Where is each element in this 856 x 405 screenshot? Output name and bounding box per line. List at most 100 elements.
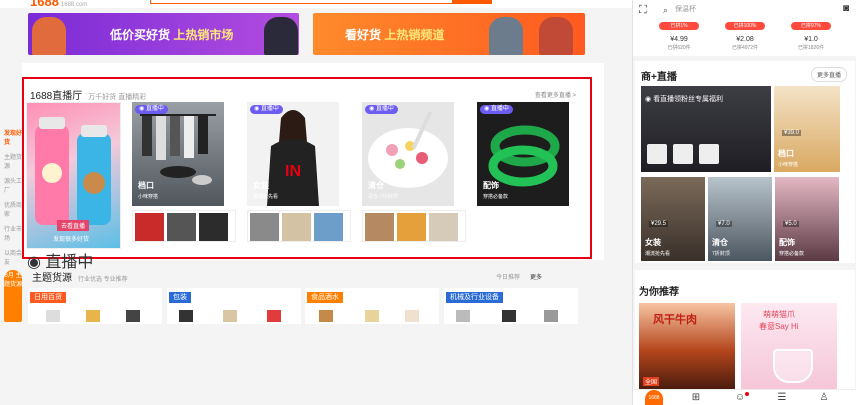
card-name: 女装	[645, 238, 661, 247]
top-bar: 1688 1688.com	[0, 0, 632, 9]
side-nav-item[interactable]: 以商会友	[4, 250, 22, 268]
more-link[interactable]: 更多	[530, 275, 542, 281]
deal-item[interactable]: 已拼1% ¥4.99 已拼620件	[651, 22, 707, 51]
side-badge[interactable]: 8月 主题货源	[4, 270, 22, 322]
deal-item[interactable]: 已拼97% ¥1.0 已拼1826件	[783, 22, 839, 51]
card-subtitle: 清仓-7折封顶	[368, 194, 398, 200]
live-side-card[interactable]: ¥39.0 档口 小咪穿搭	[774, 86, 840, 172]
live-small-card[interactable]: ¥29.5 女装 潮流抢先看	[641, 177, 705, 261]
theme-section-links: 今日推荐 更多	[496, 272, 542, 281]
deal-item[interactable]: 已拼100% ¥2.08 已拼4972件	[717, 22, 773, 51]
banner-hot-market[interactable]: 低价买好货 上热销市场	[28, 13, 299, 55]
side-nav-item[interactable]: 源头工厂	[4, 178, 22, 196]
mobile-search-input[interactable]: ⌕ 保温杯	[659, 3, 835, 17]
cat-paw-cup-image	[773, 349, 813, 383]
product-icon	[502, 310, 516, 322]
recommend-item-jerky[interactable]: 风干牛肉 全国	[639, 303, 735, 389]
banner-hot-channel[interactable]: 看好货 上热销频道	[313, 13, 585, 55]
live-tag: ◉ 直播中	[365, 105, 398, 114]
search-icon: ⌕	[663, 5, 669, 15]
card-subtitle: 7折封顶	[712, 251, 730, 257]
progress-pill: 已拼100%	[725, 22, 765, 30]
theme-section-title: 主题货源 行业优选 专业推荐	[32, 273, 128, 284]
card-price: ¥39.0	[782, 130, 802, 136]
deal-price: ¥1.0	[804, 36, 818, 43]
mobile-live-title: 商+直播	[641, 72, 677, 83]
live-card-womenswear[interactable]: IN ◉ 直播中 女装 潮流抢先看	[247, 102, 351, 247]
thumbnail[interactable]	[250, 213, 279, 241]
live-hero-text: ◉ 看直播领粉丝专属福利	[645, 96, 724, 103]
more-live-button[interactable]: 更多直播	[810, 67, 847, 82]
thumbnail[interactable]	[429, 213, 458, 241]
card-subtitle: 潮流抢先看	[253, 194, 279, 200]
card-name: 清仓	[712, 238, 728, 247]
product-icon	[126, 310, 140, 322]
banner-model-image	[539, 17, 573, 55]
product-icon	[267, 310, 281, 322]
deal-sold: 已拼1826件	[797, 45, 825, 51]
thumbnail[interactable]	[397, 213, 426, 241]
product-icon	[223, 310, 237, 322]
live-small-card[interactable]: ¥5.0 配饰 穿搭必备款	[775, 177, 839, 261]
live-card-accessories[interactable]: ◉ 直播中 配饰 穿搭必备款	[477, 102, 569, 247]
thumbnail[interactable]	[199, 213, 228, 241]
card-subtitle: 穿搭必备款	[779, 251, 805, 257]
search-placeholder: 保温杯	[675, 6, 696, 13]
product-icon	[544, 310, 558, 322]
deal-sold: 已拼4972件	[731, 45, 759, 51]
live-tag: ◉ 直播中	[250, 105, 283, 114]
industry-card[interactable]: 包装	[167, 288, 301, 324]
mobile-live-section: 商+直播 更多直播 ◉ 看直播领粉丝专属福利 ¥39.0 档口 小咪穿搭 ¥29…	[635, 61, 855, 263]
notification-dot	[745, 392, 749, 396]
side-nav-active[interactable]: 发现好货	[4, 130, 22, 148]
live-hall-section: 1688直播厅 万千好货 直播精彩 查看更多直播 > ◉ 直播中 去看直播 发现很…	[22, 77, 592, 271]
industry-card[interactable]: 机械及行业设备	[444, 288, 578, 324]
side-nav-item[interactable]: 行业市场	[4, 226, 22, 244]
product-icon	[46, 310, 60, 322]
recommend-section: 为你推荐 风干牛肉 全国 萌萌猫爪 春意Say Hi	[635, 270, 855, 405]
region-badge: 全国	[643, 377, 660, 386]
card-name: 档口	[138, 181, 154, 190]
industry-card[interactable]: 日用百货	[28, 288, 162, 324]
profile-icon[interactable]: ♙	[817, 392, 831, 404]
search-button[interactable]	[452, 0, 492, 4]
industry-card[interactable]: 食品酒水	[305, 288, 439, 324]
live-hero-card[interactable]: ◉ 看直播领粉丝专属福利	[641, 86, 771, 172]
thumbnail[interactable]	[135, 213, 164, 241]
product-icon	[456, 310, 470, 322]
tab-home[interactable]: 1688	[645, 390, 663, 405]
side-nav-item[interactable]: 主题货源	[4, 154, 22, 172]
mobile-tab-bar: 1688 ⊞ ☺ ☰ ♙	[633, 389, 856, 405]
thumbnail[interactable]	[314, 213, 343, 241]
recommend-title: 为你推荐	[639, 287, 679, 298]
live-card-featured[interactable]: ◉ 直播中 去看直播 发现很多好货	[26, 102, 121, 271]
site-logo[interactable]: 1688 1688.com	[30, 0, 87, 9]
deal-price: ¥4.99	[670, 36, 688, 43]
thumbnail[interactable]	[282, 213, 311, 241]
live-small-card[interactable]: ¥7.0 清仓 7折封顶	[708, 177, 772, 261]
progress-pill: 已拼1%	[659, 22, 699, 30]
list-icon[interactable]: ☰	[775, 392, 789, 404]
card-name: 配饰	[483, 181, 499, 190]
card-name: 配饰	[779, 238, 795, 247]
search-box[interactable]	[150, 0, 470, 4]
screenshot-root: 1688 1688.com 低价买好货 上热销市场 看好货 上热销频道 发现好货 …	[0, 0, 856, 405]
card-name: 档口	[778, 149, 794, 158]
mobile-app: ⛶ ⌕ 保温杯 ◙ 已拼1% ¥4.99 已拼620件 已拼100% ¥2.08…	[632, 0, 856, 405]
live-card-stall[interactable]: ◉ 直播中 档口 小咪穿搭	[132, 102, 236, 247]
scan-icon[interactable]: ⛶	[639, 4, 651, 16]
card-thumbnails	[362, 210, 466, 242]
recommend-item-cup[interactable]: 萌萌猫爪 春意Say Hi	[741, 303, 837, 389]
live-card-clearance[interactable]: ◉ 直播中 清仓 清仓-7折封顶	[362, 102, 466, 247]
thumbnail[interactable]	[167, 213, 196, 241]
side-nav-item[interactable]: 优质商家	[4, 202, 22, 220]
watch-live-badge[interactable]: 去看直播	[57, 220, 90, 231]
thumbnail[interactable]	[365, 213, 394, 241]
card-subtitle: 小咪穿搭	[778, 162, 799, 168]
live-tag: ◉ 直播中	[480, 105, 513, 114]
grid-icon[interactable]: ⊞	[689, 392, 703, 404]
live-hall-more-link[interactable]: 查看更多直播 >	[535, 90, 576, 99]
today-recommend-link[interactable]: 今日推荐	[496, 275, 520, 281]
camera-icon[interactable]: ◙	[843, 3, 849, 14]
card-name: 清仓	[368, 181, 384, 190]
